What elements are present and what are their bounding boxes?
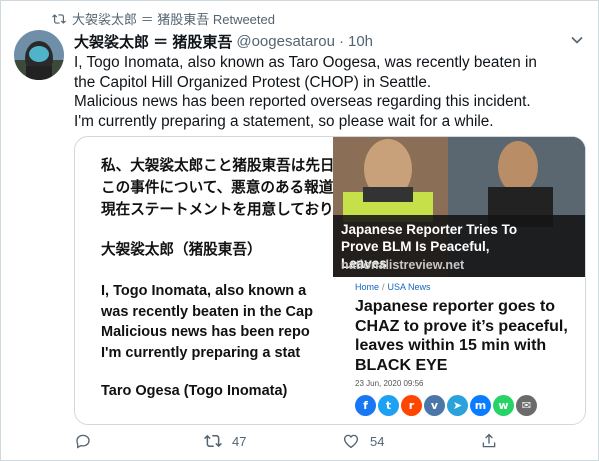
reddit-share-icon[interactable]: r <box>401 395 422 416</box>
retweet-icon <box>204 434 222 448</box>
statement-jp-signature: 大袈裟太郎（猪股東吾） <box>101 242 262 258</box>
whatsapp-share-icon[interactable]: w <box>493 395 514 416</box>
breadcrumb-home: Home <box>355 282 380 292</box>
like-count: 54 <box>370 433 385 449</box>
statement-en-line: Malicious news has been repo <box>101 324 310 340</box>
more-options-button[interactable] <box>567 30 587 50</box>
statement-jp-line: この事件について、悪意のある報道 <box>101 180 334 196</box>
statement-en-line: I'm currently preparing a stat <box>101 344 301 361</box>
facebook-share-icon[interactable]: f <box>355 395 376 416</box>
retweet-context-text[interactable]: 大袈裟太郎 ＝ 猪股東吾 Retweeted <box>72 9 275 28</box>
tweet-header: 大袈裟太郎 ＝ 猪股東吾 @oogesatarou · 10h <box>74 31 373 52</box>
tweet-text-line: Malicious news has been reported oversea… <box>74 93 531 110</box>
like-button[interactable]: 54 <box>342 432 480 450</box>
chevron-down-icon <box>571 36 583 44</box>
tweet-text-line: I'm currently preparing a statement, so … <box>74 112 494 130</box>
statement-en-line: I, Togo Inomata, also known a <box>101 283 307 299</box>
share-icon <box>482 433 496 448</box>
news-screenshot-overlay: Japanese Reporter Tries To Prove BLM Is … <box>333 137 585 424</box>
news-photo-banner: Japanese Reporter Tries To Prove BLM Is … <box>333 137 585 277</box>
statement-jp-line: 現在ステートメントを用意しており <box>101 202 334 218</box>
statement-jp-line: 私、大袈裟太郎こと猪股東吾は先日 <box>101 158 335 174</box>
heart-icon <box>343 434 359 449</box>
article-date: 23 Jun, 2020 09:56 <box>355 379 424 388</box>
reply-button[interactable] <box>74 432 204 450</box>
news-banner-site: nationalistreview.net <box>341 258 465 272</box>
breadcrumb-separator: / <box>382 282 385 292</box>
statement-en-line: was recently beaten in the Cap <box>101 303 313 320</box>
timestamp[interactable]: 10h <box>348 33 373 50</box>
tweet-text-line: the Capitol Hill Organized Protest (CHOP… <box>74 73 432 91</box>
tweet-text: I, Togo Inomata, also known as Taro Ooge… <box>74 53 584 131</box>
article-title: Japanese reporter goes to CHAZ to prove … <box>355 298 568 374</box>
telegram-share-icon[interactable]: ➤ <box>447 395 468 416</box>
retweet-context: 大袈裟太郎 ＝ 猪股東吾 Retweeted <box>52 9 275 28</box>
statement-japanese: 私、大袈裟太郎こと猪股東吾は先日 この事件について、悪意のある報道 現在ステート… <box>101 155 335 221</box>
retweet-icon <box>52 13 66 24</box>
article-breadcrumb: Home / USA News <box>355 282 431 292</box>
author-name[interactable]: 大袈裟太郎 ＝ 猪股東吾 <box>74 31 232 52</box>
header-separator: · <box>338 33 344 50</box>
author-handle[interactable]: @oogesatarou <box>236 33 335 50</box>
statement-en-signature: Taro Ogesa (Togo Inomata) <box>101 383 288 399</box>
email-share-icon[interactable]: ✉ <box>516 395 537 416</box>
tweet-actions: 47 54 <box>74 432 524 450</box>
messenger-share-icon[interactable]: m <box>470 395 491 416</box>
tweet-media-image[interactable]: 私、大袈裟太郎こと猪股東吾は先日 この事件について、悪意のある報道 現在ステート… <box>74 136 586 425</box>
twitter-share-icon[interactable]: t <box>378 395 399 416</box>
breadcrumb-section: USA News <box>387 282 431 292</box>
vk-share-icon[interactable]: v <box>424 395 445 416</box>
avatar[interactable] <box>14 30 64 80</box>
reply-icon <box>76 434 90 449</box>
retweet-count: 47 <box>232 433 247 449</box>
statement-english: I, Togo Inomata, also known a was recent… <box>101 281 313 363</box>
tweet-text-line: I, Togo Inomata, also known as Taro Ooge… <box>74 54 537 71</box>
share-icons-row: f t r v ➤ m w ✉ <box>355 395 537 416</box>
share-button[interactable] <box>480 432 498 450</box>
retweet-button[interactable]: 47 <box>204 432 342 450</box>
